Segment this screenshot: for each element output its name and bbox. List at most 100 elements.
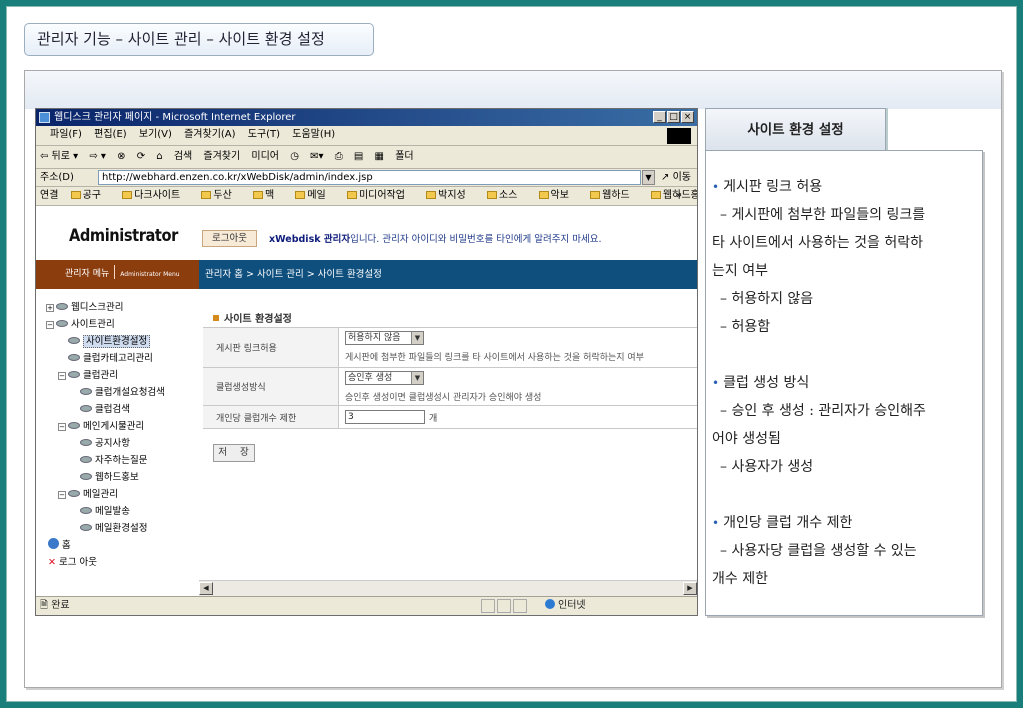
links-bar: 연결 공구 다크사이트 두산 맥 메일 미디어작업 박지성 소스 악보 웹하드 …: [36, 187, 697, 206]
horizontal-scrollbar[interactable]: ◀ ▶: [199, 580, 697, 596]
link-item[interactable]: 두산: [201, 190, 240, 201]
maximize-button[interactable]: □: [667, 111, 680, 123]
breadcrumb: 관리자 홈 > 사이트 관리 > 사이트 환경설정: [199, 260, 697, 289]
folders-button[interactable]: 폴더: [395, 151, 413, 162]
address-dropdown-icon[interactable]: ▼: [642, 170, 655, 185]
collapse-icon[interactable]: −: [58, 372, 66, 380]
link-item[interactable]: 웹하드: [590, 190, 639, 201]
collapse-icon[interactable]: −: [46, 321, 54, 329]
tree-item-home[interactable]: 홈: [46, 537, 165, 554]
club-limit-input[interactable]: 3: [345, 410, 425, 424]
folder-icon: [252, 191, 263, 199]
info-line: – 허용하지 않음: [720, 291, 814, 307]
link-item[interactable]: 메일: [295, 190, 334, 201]
edit-icon[interactable]: ▤: [354, 151, 363, 162]
close-button[interactable]: ×: [681, 111, 694, 123]
info-line: 개수 제한: [712, 571, 768, 587]
tree-item-mail-send[interactable]: 메일발송: [46, 503, 165, 520]
menu-favorites[interactable]: 즐겨찾기(A): [184, 129, 235, 140]
link-item[interactable]: 미디어작업: [346, 190, 414, 201]
link-item[interactable]: 공구: [70, 190, 110, 201]
tree-item-club[interactable]: − 클럽관리: [46, 367, 165, 384]
club-create-value: 승인후 생성: [348, 373, 393, 383]
collapse-icon[interactable]: −: [58, 491, 66, 499]
link-item[interactable]: 다크사이트: [122, 190, 189, 201]
bullet-icon: •: [712, 180, 720, 194]
node-icon: [56, 303, 68, 310]
discuss-icon[interactable]: ▦: [375, 151, 384, 162]
link-item[interactable]: 맥: [252, 190, 283, 201]
tree-item-logout[interactable]: ✕ 로그 아웃: [46, 554, 165, 571]
info-panel: • 게시판 링크 허용 – 게시판에 첨부한 파일들의 링크를 타 사이트에서 사…: [705, 150, 983, 616]
admin-menu-subtitle: Administrator Menu: [120, 271, 180, 278]
home-globe-icon: [48, 538, 59, 549]
tree-item-mail-env[interactable]: 메일환경설정: [46, 520, 165, 537]
history-icon[interactable]: ◷: [290, 151, 299, 162]
club-limit-unit: 개: [429, 414, 438, 424]
admin-menu-title: 관리자 메뉴: [65, 269, 110, 279]
link-label: 미디어작업: [358, 190, 405, 201]
logout-button[interactable]: 로그아웃: [202, 230, 257, 247]
expand-icon[interactable]: +: [46, 304, 54, 312]
tree-item-promo[interactable]: 웹하드홍보: [46, 469, 165, 486]
logout-x-icon: ✕: [48, 557, 56, 568]
folder-icon: [346, 191, 357, 199]
info-line: 는지 여부: [712, 263, 768, 279]
tree-item-webdisk[interactable]: + 웹디스크관리: [46, 299, 165, 316]
go-label: 이동: [672, 172, 691, 183]
collapse-icon[interactable]: −: [58, 423, 66, 431]
refresh-button[interactable]: ⟳: [137, 151, 145, 162]
save-button[interactable]: 저 장: [213, 444, 255, 462]
go-button[interactable]: ↗ 이동: [661, 169, 691, 186]
browser-window: 웹디스크 관리자 페이지 - Microsoft Internet Explor…: [35, 108, 698, 616]
notice-text: 입니다. 관리자 아이디와 비밀번호를 타인에게 알려주지 마세요.: [350, 234, 602, 245]
menu-file[interactable]: 파일(F): [50, 129, 82, 140]
link-permit-hint: 게시판에 첨부한 파일들의 링크를 타 사이트에서 사용하는 것을 허락하는지 …: [345, 353, 644, 363]
forward-button[interactable]: ⇨ ▾: [89, 151, 106, 162]
club-create-select[interactable]: 승인후 생성 ▼: [345, 371, 424, 385]
link-item[interactable]: 웹하드홍보처: [650, 190, 697, 201]
scroll-right-icon[interactable]: ▶: [683, 582, 697, 595]
links-more-button[interactable]: »: [676, 187, 682, 205]
link-item[interactable]: 박지성: [426, 190, 475, 201]
menu-help[interactable]: 도움말(H): [292, 129, 335, 140]
search-button[interactable]: 검색: [174, 151, 192, 162]
minimize-button[interactable]: _: [653, 111, 666, 123]
mail-icon[interactable]: ✉▾: [310, 151, 323, 162]
tree-item-notice[interactable]: 공지사항: [46, 435, 165, 452]
browser-title-bar: 웹디스크 관리자 페이지 - Microsoft Internet Explor…: [36, 109, 697, 126]
tree-item-club-category[interactable]: 클럽카테고리관리: [46, 350, 165, 367]
node-icon: [80, 388, 92, 395]
tree-item-site-env[interactable]: 사이트환경설정: [46, 333, 165, 350]
tree-item-label: 홈: [62, 540, 71, 551]
tree-item-main-board[interactable]: − 메인게시물관리: [46, 418, 165, 435]
info-panel-tab: 사이트 환경 설정: [705, 108, 886, 150]
address-input[interactable]: http://webhard.enzen.co.kr/xWebDisk/admi…: [98, 170, 641, 185]
admin-logo: Administrator: [69, 226, 178, 246]
page-done-icon: 🗎: [40, 600, 49, 611]
menu-view[interactable]: 보기(V): [139, 129, 172, 140]
link-item[interactable]: 악보: [538, 190, 578, 201]
tree-item-label: 클럽관리: [83, 370, 118, 381]
link-permit-select[interactable]: 허용하지 않음 ▼: [345, 331, 424, 345]
tree-item-mail[interactable]: − 메일관리: [46, 486, 165, 503]
link-item[interactable]: 소스: [486, 190, 526, 201]
print-icon[interactable]: ⎙: [335, 151, 343, 162]
tree-item-label: 공지사항: [95, 438, 130, 449]
home-button[interactable]: ⌂: [156, 151, 162, 162]
stop-button[interactable]: ⊗: [117, 151, 125, 162]
menu-tools[interactable]: 도구(T): [248, 129, 280, 140]
tree-item-faq[interactable]: 자주하는질문: [46, 452, 165, 469]
node-icon: [80, 524, 92, 531]
tree-item-club-request[interactable]: 클럽개설요청검색: [46, 384, 165, 401]
node-icon: [80, 473, 92, 480]
media-button[interactable]: 미디어: [251, 151, 279, 162]
node-icon: [68, 490, 80, 497]
favorites-button[interactable]: 즐겨찾기: [203, 151, 240, 162]
menu-edit[interactable]: 편집(E): [94, 129, 127, 140]
back-button[interactable]: ⇦ 뒤로 ▾: [40, 151, 78, 162]
tree-item-club-search[interactable]: 클럽검색: [46, 401, 165, 418]
tree-item-site[interactable]: − 사이트관리: [46, 316, 165, 333]
scroll-left-icon[interactable]: ◀: [199, 582, 213, 595]
folder-icon: [486, 191, 497, 199]
